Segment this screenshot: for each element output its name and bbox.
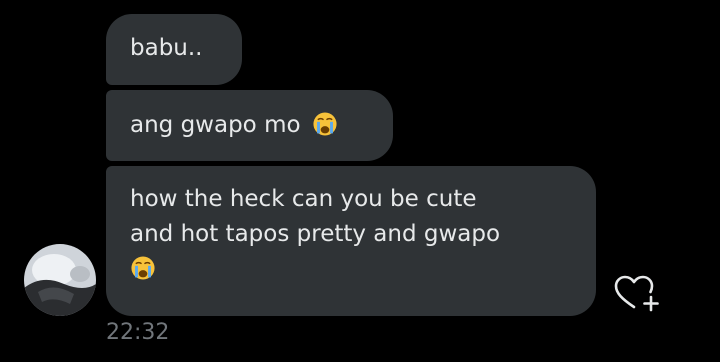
message-bubble[interactable]: babu.. (106, 14, 242, 85)
loudly-crying-face-icon (131, 256, 155, 280)
message-text: ang gwapo mo (130, 112, 301, 138)
loudly-crying-face-icon (313, 112, 337, 136)
message-text: babu.. (130, 35, 203, 61)
message-text-line: how the heck can you be cute (130, 186, 477, 212)
avatar[interactable] (24, 244, 96, 316)
message-text-line: and hot tapos pretty and gwapo (130, 221, 501, 247)
message-timestamp: 22:32 (106, 320, 170, 345)
message-bubble[interactable]: how the heck can you be cute and hot tap… (106, 166, 596, 316)
avatar-image (24, 244, 96, 316)
message-bubble[interactable]: ang gwapo mo (106, 90, 393, 161)
add-reaction-heart-icon[interactable] (612, 273, 662, 313)
